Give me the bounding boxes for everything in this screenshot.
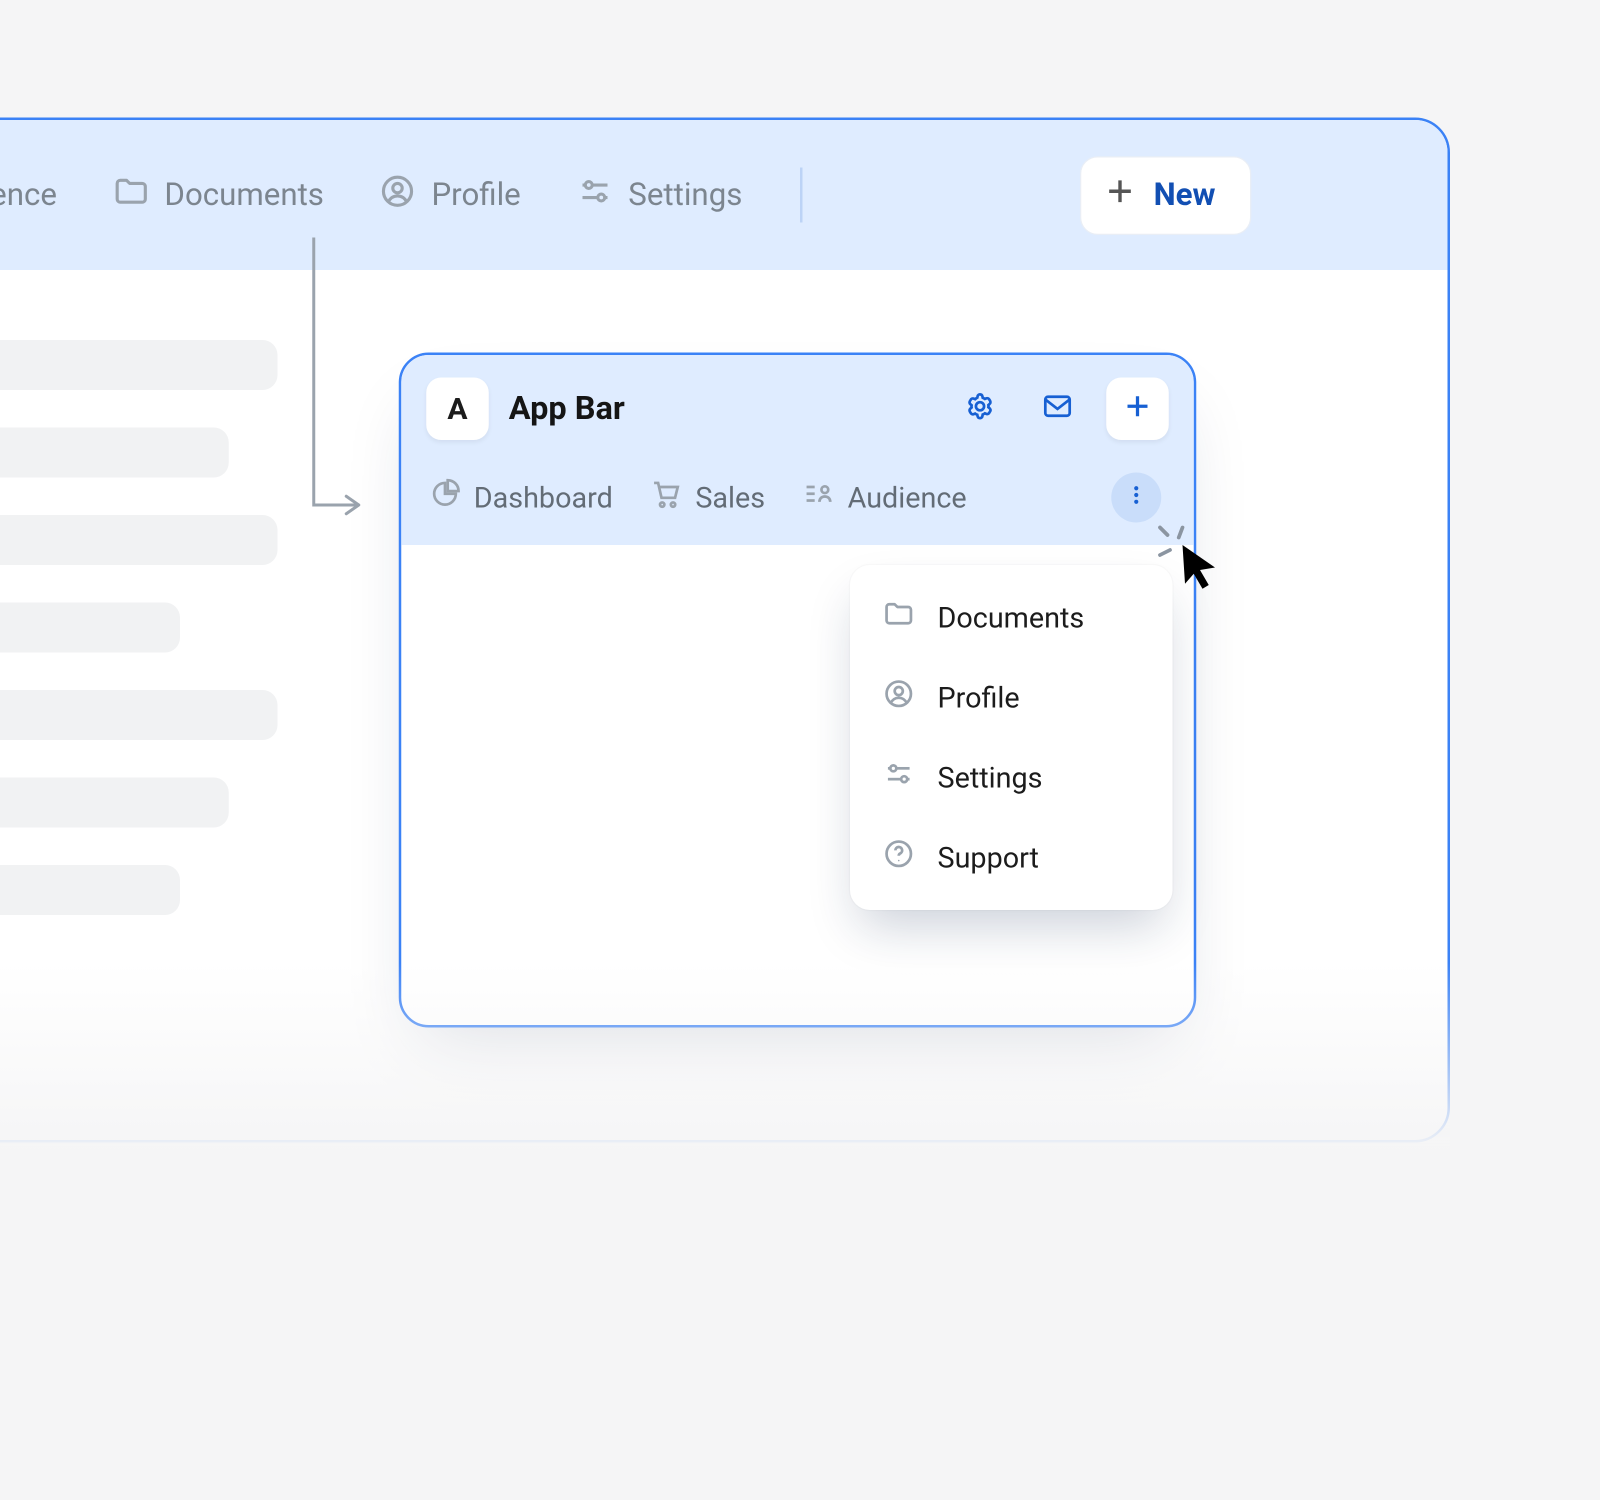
app-logo-chip[interactable]: A bbox=[426, 378, 489, 441]
pie-chart-icon bbox=[429, 478, 462, 518]
gear-icon bbox=[964, 390, 997, 428]
app-logo-letter: A bbox=[447, 391, 467, 426]
placeholder-line bbox=[0, 865, 179, 915]
menu-item-support-label: Support bbox=[938, 841, 1039, 875]
new-button-label: New bbox=[1154, 177, 1216, 213]
user-circle-icon bbox=[379, 172, 417, 218]
tab-sales[interactable]: Sales bbox=[650, 478, 765, 518]
user-circle-icon bbox=[883, 678, 916, 718]
placeholder-line bbox=[0, 515, 278, 565]
tab-dashboard[interactable]: Dashboard bbox=[429, 478, 613, 518]
cart-icon bbox=[650, 478, 683, 518]
overflow-menu: Documents Profile Settings Support bbox=[850, 565, 1173, 910]
placeholder-line bbox=[0, 428, 228, 478]
help-circle-icon bbox=[883, 838, 916, 878]
tab-audience[interactable]: Audience bbox=[803, 478, 967, 518]
new-button[interactable]: New bbox=[1080, 156, 1252, 235]
nav-item-settings[interactable]: Settings bbox=[576, 172, 743, 218]
menu-item-documents[interactable]: Documents bbox=[850, 578, 1173, 658]
menu-item-support[interactable]: Support bbox=[850, 818, 1173, 898]
tab-sales-label: Sales bbox=[695, 481, 765, 515]
sidebar-placeholder bbox=[0, 340, 278, 915]
nav-documents-label: Documents bbox=[164, 177, 324, 213]
appbar-mail-button[interactable] bbox=[1029, 380, 1087, 438]
tab-row: Dashboard Sales Audience bbox=[426, 440, 1169, 545]
menu-item-documents-label: Documents bbox=[938, 601, 1085, 635]
nav-settings-label: Settings bbox=[628, 177, 742, 213]
plus-icon bbox=[1123, 391, 1153, 426]
nav-divider bbox=[800, 168, 803, 223]
overflow-menu-button[interactable] bbox=[1111, 473, 1161, 523]
menu-item-profile-label: Profile bbox=[938, 681, 1020, 715]
placeholder-line bbox=[0, 690, 278, 740]
nav-item-audience[interactable]: Audience bbox=[0, 177, 57, 213]
folder-icon bbox=[112, 172, 150, 218]
top-nav-bar: Audience Documents Profile Settings bbox=[0, 120, 1448, 270]
app-bar: A App Bar bbox=[401, 355, 1194, 545]
appbar-new-button[interactable] bbox=[1106, 378, 1169, 441]
audience-icon bbox=[803, 478, 836, 518]
app-bar-title: App Bar bbox=[509, 390, 932, 428]
mail-button[interactable] bbox=[970, 168, 1025, 223]
mail-icon bbox=[1041, 390, 1074, 428]
sliders-icon bbox=[883, 758, 916, 798]
sliders-icon bbox=[576, 172, 614, 218]
nav-profile-label: Profile bbox=[431, 177, 520, 213]
settings-gear-button[interactable] bbox=[860, 168, 915, 223]
placeholder-line bbox=[0, 340, 278, 390]
tab-dashboard-label: Dashboard bbox=[474, 481, 613, 515]
menu-item-profile[interactable]: Profile bbox=[850, 658, 1173, 738]
menu-item-settings[interactable]: Settings bbox=[850, 738, 1173, 818]
appbar-settings-button[interactable] bbox=[951, 380, 1009, 438]
tab-audience-label: Audience bbox=[848, 481, 967, 515]
nav-item-profile[interactable]: Profile bbox=[379, 172, 521, 218]
nav-audience-label: Audience bbox=[0, 177, 57, 213]
nav-item-documents[interactable]: Documents bbox=[112, 172, 324, 218]
placeholder-line bbox=[0, 778, 228, 828]
plus-icon bbox=[1104, 174, 1137, 215]
placeholder-line bbox=[0, 603, 179, 653]
menu-item-settings-label: Settings bbox=[938, 761, 1043, 795]
folder-icon bbox=[883, 598, 916, 638]
more-vertical-icon bbox=[1124, 483, 1149, 513]
